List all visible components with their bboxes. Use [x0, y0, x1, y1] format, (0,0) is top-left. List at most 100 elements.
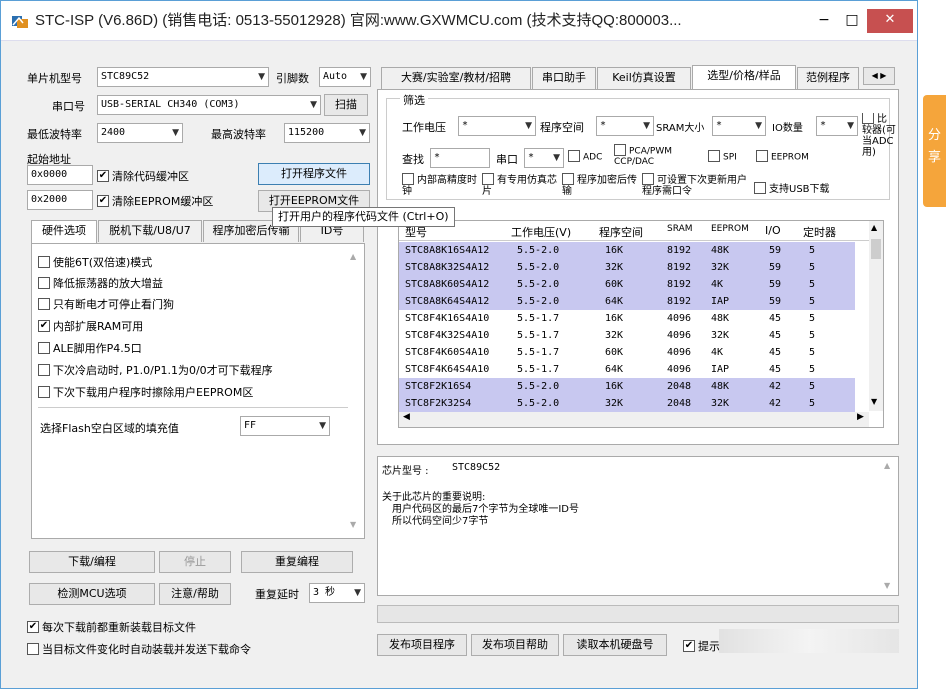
table-cell: 48K: [711, 245, 730, 256]
auto-load-checkbox[interactable]: 当目标文件变化时自动装载并发送下载命令: [27, 641, 251, 657]
checkbox-icon: [756, 150, 768, 162]
eeprom-start-address-input[interactable]: 0x2000: [27, 190, 93, 210]
table-row[interactable]: STC8A8K16S4A12 5.5-2.0 16K 8192 48K 59 5: [399, 242, 855, 259]
pca-pwm-checkbox[interactable]: PCA/PWM CCP/DAC: [614, 144, 704, 167]
clear-code-buffer-checkbox[interactable]: ✔ 清除代码缓冲区: [97, 168, 189, 184]
tab-keil-sim[interactable]: Keil仿真设置: [597, 67, 691, 89]
stc-isp-window: STC-ISP (V6.86D) (销售电话: 0513-55012928) 官…: [0, 0, 918, 689]
checkbox-icon: ✔: [27, 621, 39, 633]
column-header[interactable]: EEPROM: [711, 224, 749, 234]
column-header[interactable]: 定时器: [803, 224, 836, 240]
table-cell: 5: [809, 347, 816, 358]
options-scrollbar[interactable]: ▲ ▼: [348, 248, 362, 534]
table-cell: 45: [769, 364, 782, 375]
reload-before-download-checkbox[interactable]: ✔ 每次下载前都重新装载目标文件: [27, 619, 196, 635]
hint-sound-checkbox[interactable]: ✔ 提示: [683, 638, 720, 654]
tab-serial-assistant[interactable]: 串口助手: [532, 67, 596, 89]
table-row[interactable]: STC8A8K64S4A12 5.5-2.0 64K 8192 IAP 59 5: [399, 293, 855, 310]
encrypted-upload-checkbox[interactable]: 程序加密后传输: [562, 173, 638, 197]
column-header[interactable]: 程序空间: [599, 224, 643, 240]
tab-scroll-arrows[interactable]: ◀ ▶: [863, 67, 895, 85]
pin-count-select[interactable]: Auto ▼: [319, 67, 371, 87]
close-button[interactable]: ✕: [867, 9, 913, 33]
table-row[interactable]: STC8F2K32S4 5.5-2.0 32K 2048 32K 42 5: [399, 395, 855, 412]
help-button[interactable]: 注意/帮助: [159, 583, 231, 605]
option-watchdog[interactable]: 只有断电才可停止看门狗: [38, 296, 174, 312]
io-count-select[interactable]: * ▼: [816, 116, 858, 136]
detect-mcu-options-button[interactable]: 检测MCU选项: [29, 583, 155, 605]
table-row[interactable]: STC8F4K16S4A10 5.5-1.7 16K 4096 48K 45 5: [399, 310, 855, 327]
share-sidebar-tab[interactable]: 分 享: [923, 95, 946, 207]
usb-download-checkbox[interactable]: 支持USB下载: [754, 180, 830, 195]
tab-hardware-options[interactable]: 硬件选项: [31, 220, 97, 244]
sram-size-label: SRAM大小: [656, 123, 705, 134]
option-ale-pin[interactable]: ALE脚用作P4.5口: [38, 340, 142, 356]
option-reduce-gain[interactable]: 降低振荡器的放大增益: [38, 275, 163, 291]
adc-checkbox[interactable]: ADC: [568, 150, 602, 163]
publish-help-button[interactable]: 发布项目帮助: [471, 634, 559, 656]
table-row[interactable]: STC8A8K32S4A12 5.5-2.0 32K 8192 32K 59 5: [399, 259, 855, 276]
sram-size-select[interactable]: * ▼: [712, 116, 766, 136]
table-hscrollbar[interactable]: ◀ ▶: [399, 412, 869, 427]
stop-button[interactable]: 停止: [159, 551, 231, 573]
scroll-thumb[interactable]: [871, 239, 881, 259]
table-row[interactable]: STC8F4K64S4A10 5.5-1.7 64K 4096 IAP 45 5: [399, 361, 855, 378]
chevron-down-icon: ▼: [755, 121, 762, 131]
option-erase-eeprom[interactable]: 下次下载用户程序时擦除用户EEPROM区: [38, 384, 253, 400]
open-program-file-button[interactable]: 打开程序文件: [258, 163, 370, 185]
column-header[interactable]: SRAM: [667, 224, 693, 234]
option-6t-mode[interactable]: 使能6T(双倍速)模式: [38, 254, 152, 270]
chevron-down-icon: ▼: [871, 397, 878, 406]
table-cell: 32K: [711, 262, 730, 273]
tab-selection-price[interactable]: 选型/价格/样品: [692, 65, 796, 89]
checkbox-icon: [614, 144, 626, 156]
table-cell: 5: [809, 364, 816, 375]
tab-examples[interactable]: 范例程序: [797, 67, 859, 89]
read-disk-number-button[interactable]: 读取本机硬盘号: [563, 634, 667, 656]
table-cell: IAP: [711, 296, 730, 307]
code-start-address-input[interactable]: 0x0000: [27, 165, 93, 185]
checkbox-icon: ✔: [97, 195, 109, 207]
search-input[interactable]: *: [430, 148, 490, 168]
spi-checkbox[interactable]: SPI: [708, 150, 737, 163]
fill-value-select[interactable]: FF ▼: [240, 416, 330, 436]
publish-program-button[interactable]: 发布项目程序: [377, 634, 467, 656]
table-row[interactable]: STC8F4K60S4A10 5.5-1.7 60K 4096 4K 45 5: [399, 344, 855, 361]
column-header[interactable]: I/O: [765, 224, 781, 237]
table-cell: 32K: [711, 398, 730, 409]
tab-contest[interactable]: 大赛/实验室/教材/招聘: [381, 67, 531, 89]
download-program-button[interactable]: 下载/编程: [29, 551, 155, 573]
table-cell: 4K: [711, 279, 724, 290]
table-vscrollbar[interactable]: ▲ ▼: [869, 221, 883, 411]
comparator-checkbox[interactable]: 比较器(可当ADC用): [862, 113, 896, 158]
column-header[interactable]: 工作电压(V): [511, 224, 571, 240]
table-row[interactable]: STC8F2K16S4 5.5-2.0 16K 2048 48K 42 5: [399, 378, 855, 395]
repeat-program-button[interactable]: 重复编程: [241, 551, 353, 573]
checkbox-icon: [402, 173, 414, 185]
update-password-checkbox[interactable]: 可设置下次更新用户程序需口令: [642, 173, 752, 197]
repeat-delay-select[interactable]: 3 秒 ▼: [309, 583, 365, 603]
table-row[interactable]: STC8A8K60S4A12 5.5-2.0 60K 8192 4K 59 5: [399, 276, 855, 293]
program-space-select[interactable]: * ▼: [596, 116, 654, 136]
min-baud-select[interactable]: 2400 ▼: [97, 123, 183, 143]
emulator-chip-checkbox[interactable]: 有专用仿真芯片: [482, 173, 558, 197]
max-baud-select[interactable]: 115200 ▼: [284, 123, 370, 143]
maximize-button[interactable]: □: [839, 9, 865, 33]
table-cell: 42: [769, 381, 782, 392]
table-cell: 5.5-1.7: [517, 364, 560, 375]
table-cell: 32K: [711, 330, 730, 341]
tab-offline-download[interactable]: 脱机下载/U8/U7: [98, 220, 202, 242]
precise-clock-checkbox[interactable]: 内部高精度时钟: [402, 173, 478, 197]
option-internal-ram[interactable]: ✔ 内部扩展RAM可用: [38, 318, 143, 334]
clear-eeprom-buffer-checkbox[interactable]: ✔ 清除EEPROM缓冲区: [97, 193, 213, 209]
serial-port-select[interactable]: USB-SERIAL CH340 (COM3) ▼: [97, 95, 321, 115]
chevron-up-icon: ▲: [884, 461, 891, 470]
minimize-button[interactable]: −: [811, 9, 837, 33]
eeprom-checkbox[interactable]: EEPROM: [756, 150, 809, 163]
voltage-select[interactable]: * ▼: [458, 116, 536, 136]
table-row[interactable]: STC8F4K32S4A10 5.5-1.7 32K 4096 32K 45 5: [399, 327, 855, 344]
uart-select[interactable]: * ▼: [524, 148, 564, 168]
scan-button[interactable]: 扫描: [324, 94, 368, 116]
option-cold-start-p1[interactable]: 下次冷启动时, P1.0/P1.1为0/0才可下载程序: [38, 362, 273, 378]
mcu-type-select[interactable]: STC89C52 ▼: [97, 67, 269, 87]
